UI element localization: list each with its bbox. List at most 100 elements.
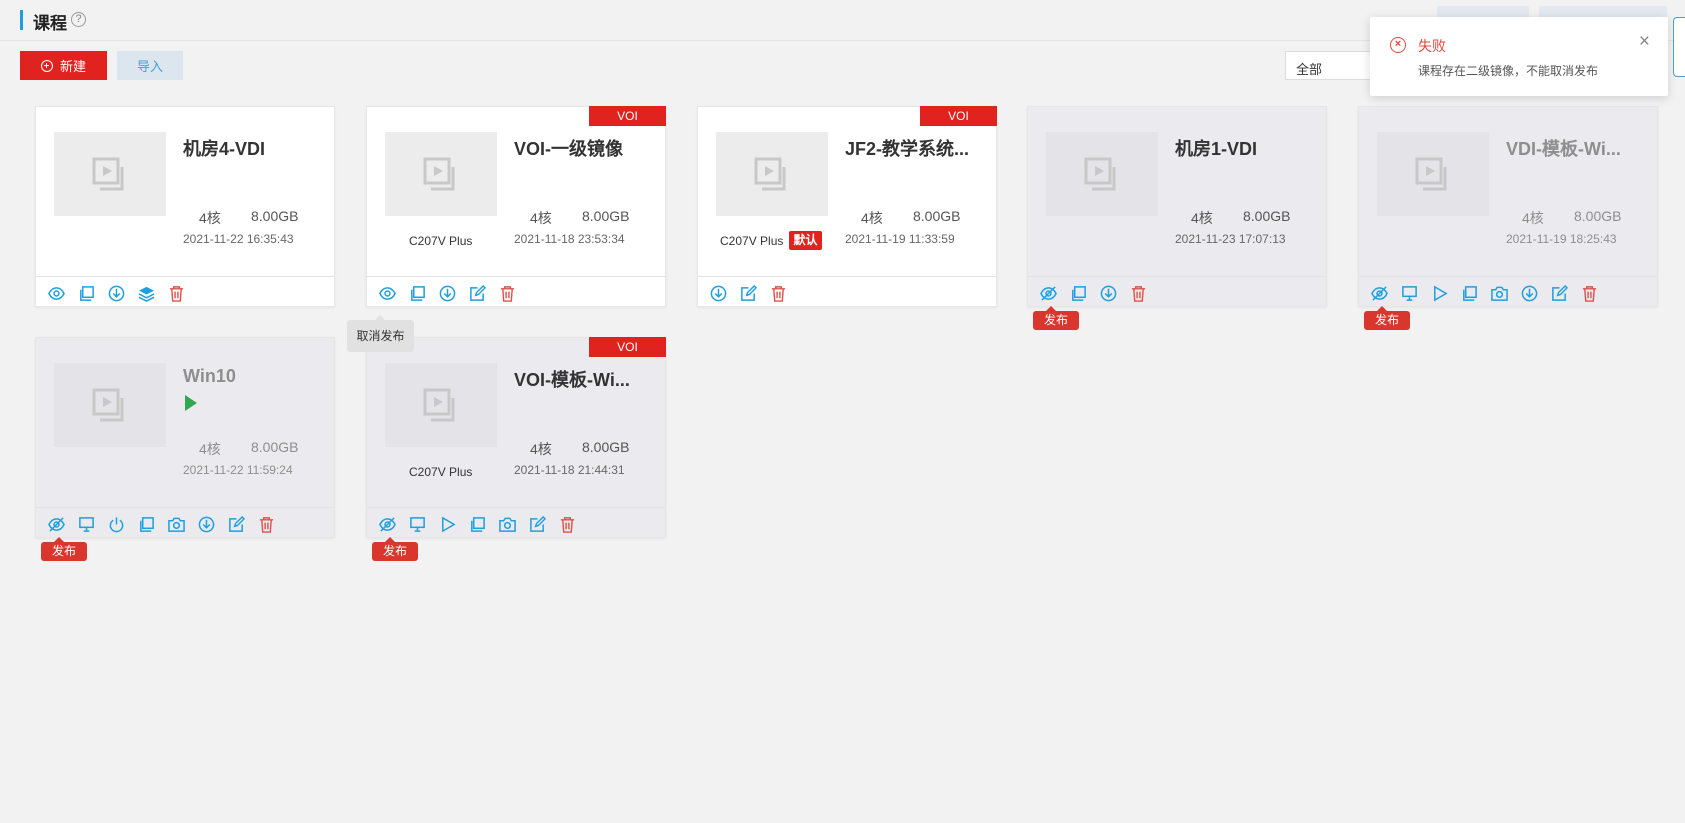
eye-off-button[interactable] — [1033, 280, 1063, 306]
eye-off-button[interactable] — [1364, 280, 1394, 306]
eye-button[interactable] — [41, 280, 71, 306]
camera-button[interactable] — [161, 511, 191, 537]
eye-off-icon — [378, 516, 396, 532]
course-name: 机房1-VDI — [1175, 139, 1258, 159]
play-button[interactable] — [1424, 280, 1454, 306]
toast-title: 失败 — [1418, 38, 1446, 54]
delete-button[interactable] — [763, 280, 793, 306]
course-card[interactable]: VOI JF2-教学系统... 4核 8.00GB 2021-11-19 11:33:5… — [697, 106, 997, 307]
eye-off-button[interactable] — [41, 511, 71, 537]
card-actions — [703, 280, 793, 306]
delete-icon — [771, 285, 785, 302]
created-date: 2021-11-22 16:35:43 — [183, 232, 294, 246]
course-thumbnail — [385, 132, 497, 216]
delete-button[interactable] — [492, 280, 522, 306]
card-actions — [1033, 280, 1153, 306]
publish-tag[interactable]: 发布 — [1033, 306, 1079, 330]
page-title: 课程 — [33, 14, 67, 33]
course-name: VOI-模板-Wi... — [514, 370, 630, 390]
card-actions — [41, 280, 191, 306]
layers-button[interactable] — [131, 280, 161, 306]
delete-button[interactable] — [251, 511, 281, 537]
video-placeholder-icon — [754, 157, 786, 191]
side-panel-edge[interactable] — [1673, 17, 1685, 77]
monitor-icon — [409, 516, 425, 532]
copy-button[interactable] — [462, 511, 492, 537]
edit-icon — [529, 515, 546, 532]
play-button[interactable] — [432, 511, 462, 537]
monitor-button[interactable] — [1394, 280, 1424, 306]
download-button[interactable] — [1093, 280, 1123, 306]
course-card[interactable]: 机房4-VDI 4核 8.00GB 2021-11-22 16:35:43 — [35, 106, 335, 307]
course-card[interactable]: VDI-模板-Wi... 4核 8.00GB 2021-11-19 18:25:43 — [1358, 106, 1658, 307]
eye-off-button[interactable] — [372, 511, 402, 537]
delete-button[interactable] — [1123, 280, 1153, 306]
terminal-model: C207V Plus — [409, 465, 473, 479]
publish-tag[interactable]: 发布 — [41, 537, 87, 561]
toast-close-button[interactable]: × — [1639, 31, 1650, 53]
created-date: 2021-11-19 18:25:43 — [1506, 232, 1617, 246]
power-button[interactable] — [101, 511, 131, 537]
copy-button[interactable] — [71, 280, 101, 306]
memory-size: 8.00GB — [251, 439, 299, 455]
edit-button[interactable] — [1544, 280, 1574, 306]
eye-icon — [378, 286, 396, 300]
edit-icon — [228, 515, 245, 532]
download-button[interactable] — [101, 280, 131, 306]
new-course-button[interactable]: 新建 — [20, 51, 107, 80]
download-button[interactable] — [1514, 280, 1544, 306]
close-circle-icon: × — [1390, 37, 1406, 53]
download-button[interactable] — [432, 280, 462, 306]
monitor-button[interactable] — [71, 511, 101, 537]
copy-button[interactable] — [131, 511, 161, 537]
eye-button[interactable] — [372, 280, 402, 306]
cpu-cores: 4核 — [1522, 210, 1544, 226]
course-card[interactable]: Win10 4核 8.00GB 2021-11-22 11:59:24 — [35, 337, 335, 538]
created-date: 2021-11-18 21:44:31 — [514, 463, 625, 477]
eye-icon — [47, 286, 65, 300]
delete-icon — [169, 285, 183, 302]
course-card[interactable]: 机房1-VDI 4核 8.00GB 2021-11-23 17:07:13 — [1027, 106, 1327, 307]
camera-button[interactable] — [492, 511, 522, 537]
copy-icon — [79, 285, 94, 301]
download-icon — [439, 285, 455, 301]
created-date: 2021-11-22 11:59:24 — [183, 463, 293, 477]
video-placeholder-icon — [423, 157, 455, 191]
card-actions — [1364, 280, 1604, 306]
edit-button[interactable] — [221, 511, 251, 537]
download-button[interactable] — [191, 511, 221, 537]
course-card[interactable]: VOI VOI-模板-Wi... 4核 8.00GB 2021-11-18 21:44:… — [366, 337, 666, 538]
copy-button[interactable] — [1454, 280, 1484, 306]
error-toast: × 失败 课程存在二级镜像，不能取消发布 × — [1370, 17, 1668, 96]
memory-size: 8.00GB — [582, 439, 630, 455]
monitor-button[interactable] — [402, 511, 432, 537]
card-actions — [41, 511, 281, 537]
copy-button[interactable] — [402, 280, 432, 306]
video-placeholder-icon — [1084, 157, 1116, 191]
toast-message: 课程存在二级镜像，不能取消发布 — [1418, 64, 1599, 78]
edit-button[interactable] — [522, 511, 552, 537]
cpu-cores: 4核 — [530, 210, 552, 226]
power-icon — [109, 516, 123, 532]
delete-button[interactable] — [1574, 280, 1604, 306]
help-icon[interactable]: ? — [71, 12, 86, 27]
card-divider — [36, 276, 334, 277]
publish-tag[interactable]: 发布 — [372, 537, 418, 561]
edit-button[interactable] — [733, 280, 763, 306]
edit-button[interactable] — [462, 280, 492, 306]
card-divider — [1028, 276, 1326, 277]
video-placeholder-icon — [1415, 157, 1447, 191]
publish-tag[interactable]: 发布 — [1364, 306, 1410, 330]
course-card[interactable]: VOI VOI-一级镜像 4核 8.00GB 2021-11-18 23:53:34 C2… — [366, 106, 666, 307]
video-placeholder-icon — [92, 157, 124, 191]
copy-button[interactable] — [1063, 280, 1093, 306]
voi-badge: VOI — [589, 337, 666, 357]
delete-button[interactable] — [552, 511, 582, 537]
card-divider — [36, 507, 334, 508]
download-button[interactable] — [703, 280, 733, 306]
memory-size: 8.00GB — [1243, 208, 1291, 224]
camera-button[interactable] — [1484, 280, 1514, 306]
delete-button[interactable] — [161, 280, 191, 306]
import-button[interactable]: 导入 — [117, 51, 183, 80]
eye-off-icon — [1039, 285, 1057, 301]
